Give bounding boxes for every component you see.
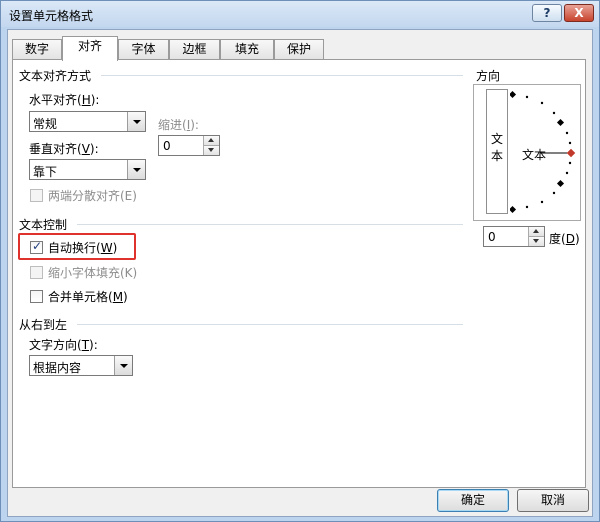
dial-marker-minus45 <box>556 179 565 188</box>
dial-marker-bottom <box>510 205 517 214</box>
chevron-down-icon[interactable] <box>127 160 145 179</box>
dial-dot <box>525 205 529 209</box>
dial-dot <box>540 101 544 105</box>
close-button[interactable]: X <box>564 4 594 22</box>
title-bar[interactable]: 设置单元格格式 ? X <box>1 1 599 27</box>
format-cells-dialog: 设置单元格格式 ? X 数字 对齐 字体 边框 填充 保护 文本对齐方式 水平对… <box>0 0 600 522</box>
orientation-section-title: 方向 <box>476 69 501 83</box>
vertical-text-toggle[interactable]: 文 本 <box>486 89 508 214</box>
dial-dot <box>552 191 556 195</box>
orientation-box: 文 本 文本 <box>473 84 581 221</box>
text-direction-select[interactable]: 根据内容 <box>29 355 133 376</box>
shrink-to-fit-checkbox[interactable] <box>30 266 43 279</box>
dial-marker-top <box>510 90 517 99</box>
dial-dot <box>525 95 529 99</box>
indent-label: 缩进(I): <box>158 118 199 132</box>
dialog-title: 设置单元格格式 <box>9 9 94 23</box>
text-control-divider <box>77 224 463 225</box>
merge-cells-label: 合并单元格(M) <box>48 290 128 304</box>
distributed-label: 两端分散对齐(E) <box>48 189 137 203</box>
text-alignment-divider <box>101 75 463 76</box>
chevron-down-icon[interactable] <box>114 356 132 375</box>
rtl-divider <box>77 324 463 325</box>
dial-dot <box>540 200 544 204</box>
distributed-checkbox[interactable] <box>30 189 43 202</box>
vertical-align-value: 靠下 <box>33 165 58 179</box>
text-control-section-title: 文本控制 <box>19 218 68 232</box>
vertical-align-label: 垂直对齐(V): <box>29 142 99 156</box>
dial-text: 文本 <box>522 148 547 162</box>
vertical-align-select[interactable]: 靠下 <box>29 159 146 180</box>
vertical-text-char-2: 本 <box>490 149 503 163</box>
wrap-text-checkbox[interactable]: ✓ <box>30 239 43 254</box>
dialog-client-area: 数字 对齐 字体 边框 填充 保护 文本对齐方式 水平对齐(H): 常规 缩进(… <box>7 29 593 517</box>
merge-cells-checkbox[interactable] <box>30 290 43 303</box>
rtl-section-title: 从右到左 <box>19 318 68 332</box>
spin-up-icon[interactable] <box>529 227 544 237</box>
tab-alignment[interactable]: 对齐 <box>62 36 118 61</box>
horizontal-align-value: 常规 <box>33 117 58 131</box>
alignment-panel: 文本对齐方式 水平对齐(H): 常规 缩进(I): 0 垂直对齐(V): 靠下 <box>12 59 586 488</box>
degree-spinner[interactable]: 0 <box>483 226 545 247</box>
dial-dot <box>565 171 569 175</box>
cancel-button[interactable]: 取消 <box>517 489 589 512</box>
tab-number[interactable]: 数字 <box>12 39 62 59</box>
dial-dot <box>568 161 572 165</box>
degree-label: 度(D) <box>549 232 580 246</box>
tab-font[interactable]: 字体 <box>118 39 169 59</box>
shrink-to-fit-label: 缩小字体填充(K) <box>48 266 138 280</box>
text-direction-value: 根据内容 <box>33 361 82 375</box>
dial-marker-45 <box>556 118 565 127</box>
dial-dot <box>565 131 569 135</box>
horizontal-align-select[interactable]: 常规 <box>29 111 146 132</box>
indent-spinner[interactable]: 0 <box>158 135 220 156</box>
spin-down-icon[interactable] <box>529 237 544 246</box>
tab-protection[interactable]: 保护 <box>274 39 324 59</box>
spin-down-icon[interactable] <box>204 146 219 155</box>
text-direction-label: 文字方向(T): <box>29 338 98 352</box>
tab-border[interactable]: 边框 <box>169 39 220 59</box>
text-alignment-section-title: 文本对齐方式 <box>19 69 92 83</box>
tab-fill[interactable]: 填充 <box>220 39 274 59</box>
dial-dot <box>552 111 556 115</box>
dial-marker-current[interactable] <box>566 148 576 158</box>
vertical-text-char-1: 文 <box>490 132 503 146</box>
spin-up-icon[interactable] <box>204 136 219 146</box>
indent-value: 0 <box>163 139 171 153</box>
help-button[interactable]: ? <box>532 4 562 22</box>
horizontal-align-label: 水平对齐(H): <box>29 93 100 107</box>
chevron-down-icon[interactable] <box>127 112 145 131</box>
ok-button[interactable]: 确定 <box>437 489 509 512</box>
checkmark-icon: ✓ <box>32 239 43 253</box>
dial-dot <box>568 141 572 145</box>
wrap-text-label: 自动换行(W) <box>48 241 118 255</box>
degree-value: 0 <box>488 230 496 244</box>
